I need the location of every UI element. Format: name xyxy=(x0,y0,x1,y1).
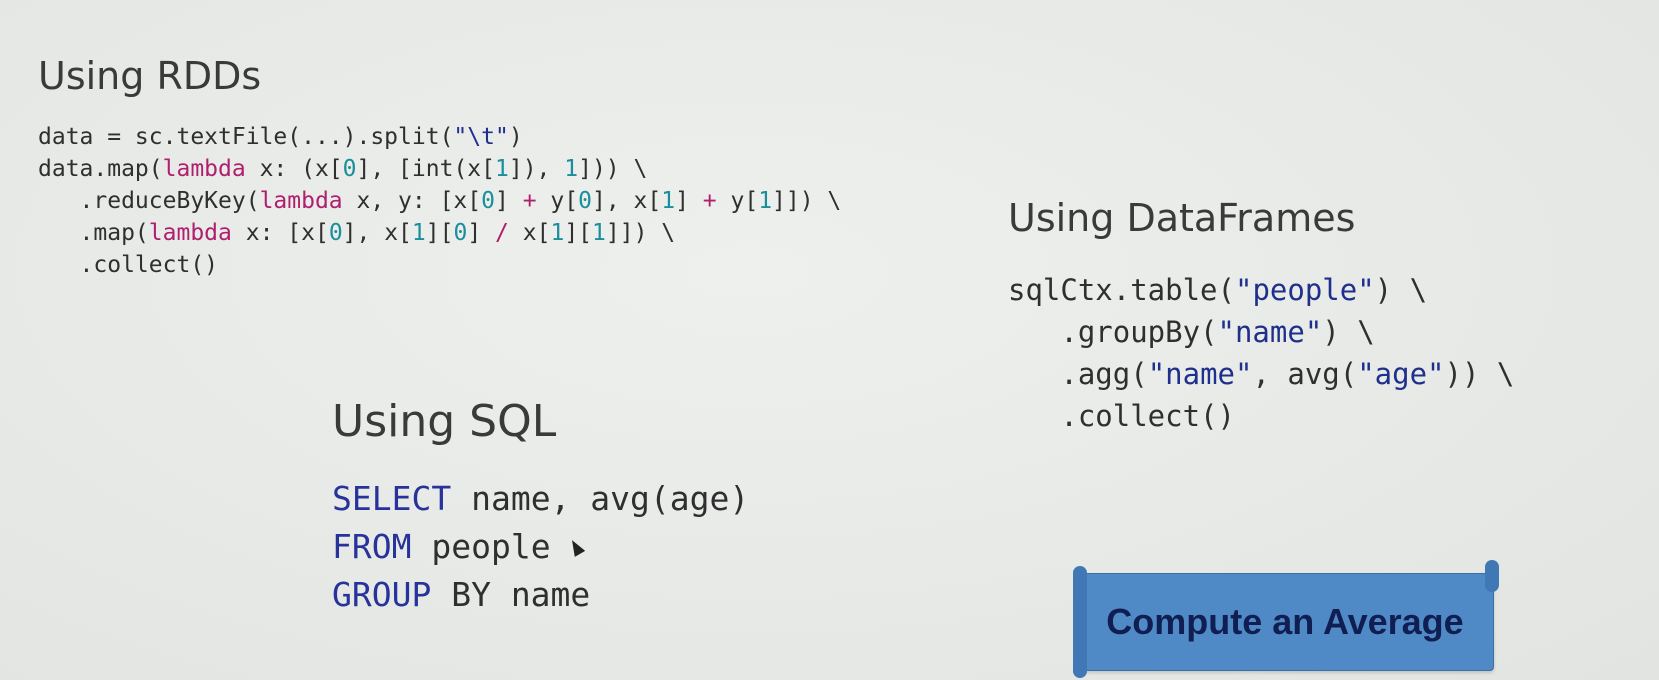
code-token: 0 xyxy=(481,188,495,214)
code-token: .agg( xyxy=(1008,357,1148,391)
code-token: ], x[ xyxy=(591,188,662,214)
code-token: x[ xyxy=(508,220,551,246)
code-token: ) \ xyxy=(1322,315,1375,349)
code-token: x: [x[ xyxy=(231,220,329,246)
code-token: / xyxy=(495,220,509,246)
code-line: .collect() xyxy=(38,249,841,281)
dataframes-section-title: Using DataFrames xyxy=(1008,196,1356,240)
code-token: 1 xyxy=(411,220,426,246)
code-token: lambda xyxy=(162,156,246,182)
code-line: .groupBy("name") \ xyxy=(1008,311,1514,353)
rdd-section-title: Using RDDs xyxy=(38,54,262,98)
code-token: ][ xyxy=(564,220,593,246)
code-token: 1 xyxy=(495,156,509,182)
code-token: FROM xyxy=(332,527,412,566)
code-token: 1 xyxy=(564,156,579,182)
code-token: sqlCtx.table( xyxy=(1008,273,1235,307)
rdd-code-block: data = sc.textFile(...).split("\t") data.… xyxy=(38,121,841,281)
code-token: lambda xyxy=(259,188,343,214)
code-line: data.map(lambda x: (x[0], [int(x[1]), 1]… xyxy=(38,153,841,185)
code-token: y[ xyxy=(716,188,759,214)
code-token: "people" xyxy=(1234,273,1375,307)
code-line: SELECT name, avg(age) xyxy=(332,475,749,523)
code-token: .map( xyxy=(38,220,149,246)
slide: Using RDDs data = sc.textFile(...).split… xyxy=(0,0,1659,680)
code-token: ][ xyxy=(425,220,454,246)
code-token: , avg( xyxy=(1252,357,1358,391)
code-token: "name" xyxy=(1147,357,1253,391)
sql-code-block: SELECT name, avg(age) FROM people GROUP BY… xyxy=(332,475,749,619)
code-token: people xyxy=(411,527,551,566)
code-token: y[ xyxy=(536,188,579,214)
code-token: lambda xyxy=(148,220,232,246)
code-token: ) xyxy=(508,124,523,150)
code-line: data = sc.textFile(...).split("\t") xyxy=(38,121,841,153)
code-line: sqlCtx.table("people") \ xyxy=(1008,269,1514,311)
code-token: + xyxy=(702,188,717,214)
code-token: 0 xyxy=(578,188,592,214)
code-token: + xyxy=(522,188,537,214)
code-token: data = sc.textFile(...).split( xyxy=(38,124,454,150)
code-line: .reduceByKey(lambda x, y: [x[0] + y[0], … xyxy=(38,185,842,217)
code-token: ] xyxy=(495,188,523,214)
banner-label: Compute an Average xyxy=(1106,601,1464,642)
code-token: .reduceByKey( xyxy=(38,188,260,214)
code-token: name, avg(age) xyxy=(451,479,750,518)
code-line: .agg("name", avg("age")) \ xyxy=(1008,353,1514,395)
code-token: 0 xyxy=(453,220,468,246)
code-token: ])) \ xyxy=(578,156,648,182)
code-token: BY name xyxy=(431,575,591,614)
code-token: 1 xyxy=(661,188,676,214)
code-token: 1 xyxy=(758,188,773,214)
code-token: )) \ xyxy=(1444,357,1515,391)
code-token: data.map( xyxy=(38,156,163,182)
code-token: GROUP xyxy=(332,575,432,614)
code-token: 1 xyxy=(550,220,565,246)
compute-average-banner: Compute an Average xyxy=(1073,560,1499,678)
code-token: SELECT xyxy=(332,479,452,518)
code-token: ) \ xyxy=(1374,273,1428,307)
code-token: x: (x[ xyxy=(245,156,343,182)
code-token: ], [int(x[ xyxy=(356,156,495,182)
code-line: FROM people xyxy=(332,523,749,571)
code-line: .map(lambda x: [x[0], x[1][0] / x[1][1]]… xyxy=(38,217,841,249)
code-token: "age" xyxy=(1357,357,1445,391)
code-token: ]), xyxy=(508,156,565,182)
sql-section-title: Using SQL xyxy=(332,396,557,447)
code-line: .collect() xyxy=(1008,395,1514,437)
code-token: x, y: [x[ xyxy=(342,188,482,214)
code-token: ]]) \ xyxy=(772,188,842,214)
code-token: 0 xyxy=(342,156,357,182)
code-token: .collect() xyxy=(1008,399,1235,433)
code-token: 1 xyxy=(592,220,606,246)
code-line: GROUP BY name xyxy=(332,571,749,619)
code-token: 0 xyxy=(328,220,343,246)
code-token: ], x[ xyxy=(342,220,412,246)
code-token: ] xyxy=(467,220,496,246)
dataframes-code-block: sqlCtx.table("people") \ .groupBy("name"… xyxy=(1008,269,1514,437)
code-token: ]]) \ xyxy=(605,220,676,246)
code-token: .groupBy( xyxy=(1008,315,1218,349)
code-token: "name" xyxy=(1217,315,1323,349)
code-token: "\t" xyxy=(453,124,509,150)
code-token: .collect() xyxy=(38,252,219,278)
code-token: ] xyxy=(675,188,703,214)
